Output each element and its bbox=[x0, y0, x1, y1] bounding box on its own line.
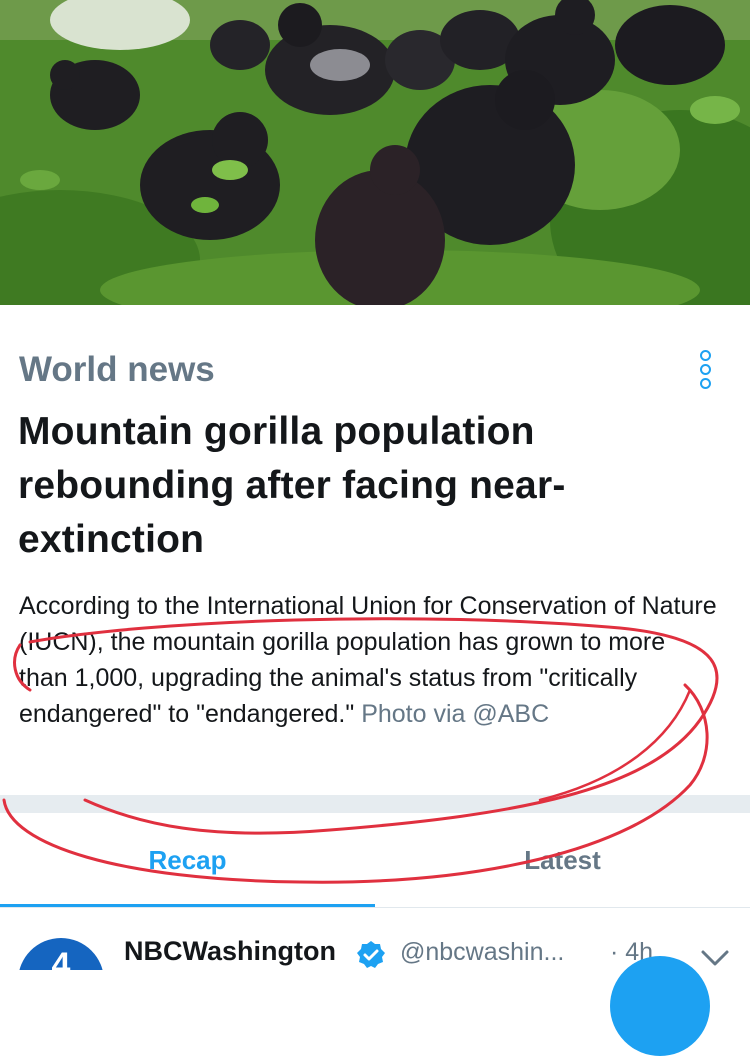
category-label: World news bbox=[19, 350, 215, 389]
chevron-down-icon[interactable] bbox=[700, 948, 730, 968]
gorilla-photo bbox=[0, 0, 750, 305]
tweet-handle[interactable]: @nbcwashin... bbox=[400, 938, 564, 967]
more-vertical-icon bbox=[699, 349, 711, 361]
tab-recap[interactable]: Recap bbox=[0, 813, 375, 908]
section-divider bbox=[0, 795, 750, 813]
article-summary: According to the International Union for… bbox=[19, 588, 719, 732]
more-options-button[interactable] bbox=[690, 348, 720, 390]
article-headline: Mountain gorilla population rebounding a… bbox=[18, 410, 566, 561]
hero-image[interactable] bbox=[0, 0, 750, 305]
tweet-author-name[interactable]: NBCWashington bbox=[124, 936, 336, 967]
tab-bar: Recap Latest bbox=[0, 813, 750, 908]
verified-badge-icon bbox=[357, 941, 385, 968]
compose-button[interactable] bbox=[610, 956, 710, 1056]
tab-latest[interactable]: Latest bbox=[375, 813, 750, 908]
photo-credit[interactable]: Photo via @ABC bbox=[361, 700, 549, 728]
avatar[interactable]: 4 bbox=[18, 938, 104, 970]
